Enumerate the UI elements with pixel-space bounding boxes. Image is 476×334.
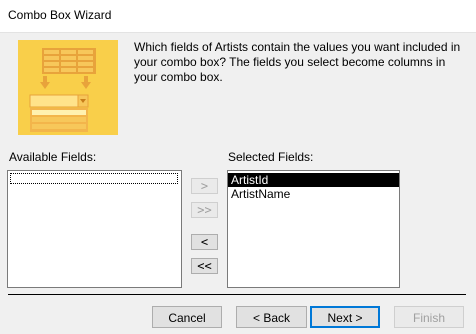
add-all-fields-button[interactable]: >> <box>191 202 218 218</box>
table-to-combo-icon <box>18 40 118 135</box>
instruction-text: Which fields of Artists contain the valu… <box>134 40 461 84</box>
cancel-button[interactable]: Cancel <box>152 306 222 328</box>
divider <box>8 294 466 295</box>
back-button[interactable]: < Back <box>236 306 307 328</box>
title-bar: Combo Box Wizard <box>0 0 476 33</box>
selected-fields-label: Selected Fields: <box>228 150 314 164</box>
available-fields-list[interactable] <box>7 170 182 288</box>
list-item[interactable]: ArtistId <box>228 173 399 187</box>
available-fields-label: Available Fields: <box>9 150 97 164</box>
selected-fields-list[interactable]: ArtistId ArtistName <box>227 170 400 288</box>
remove-all-fields-button[interactable]: << <box>191 258 218 274</box>
wizard-illustration <box>18 40 118 135</box>
add-field-button[interactable]: > <box>191 178 218 194</box>
remove-field-button[interactable]: < <box>191 234 218 250</box>
list-item[interactable]: ArtistName <box>228 187 399 201</box>
finish-button[interactable]: Finish <box>394 306 464 328</box>
next-button[interactable]: Next > <box>310 306 380 328</box>
window-title: Combo Box Wizard <box>8 8 112 22</box>
focus-indicator <box>10 173 178 184</box>
